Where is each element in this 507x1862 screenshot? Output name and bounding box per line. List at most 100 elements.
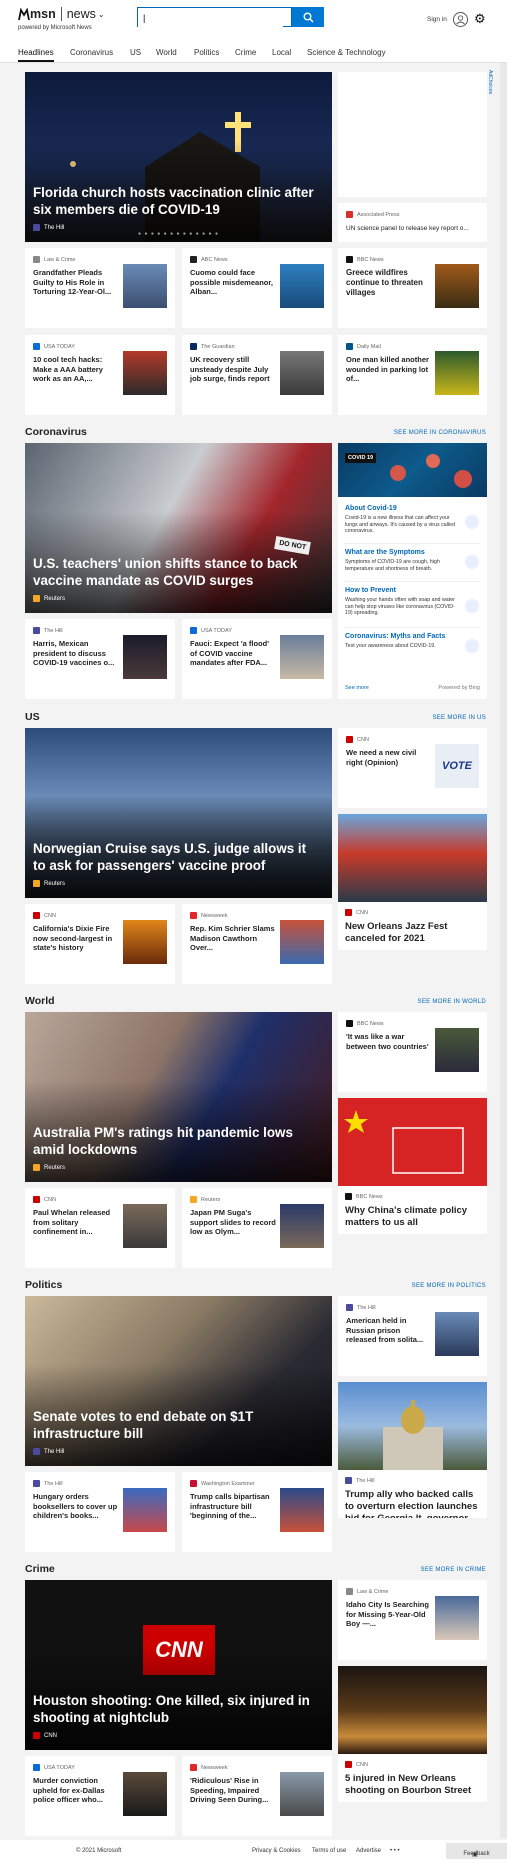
- search-box[interactable]: [137, 7, 292, 27]
- hero-title[interactable]: Florida church hosts vaccination clinic …: [33, 184, 322, 218]
- card-title[interactable]: Murder conviction upheld for ex-Dallas p…: [33, 1776, 119, 1805]
- news-card[interactable]: CNN We need a new civil right (Opinion) …: [338, 728, 487, 808]
- us-hero-card[interactable]: Norwegian Cruise says U.S. judge allows …: [25, 728, 332, 898]
- card-title[interactable]: Hungary orders booksellers to cover up c…: [33, 1492, 119, 1521]
- section-heading-crime[interactable]: Crime: [25, 1563, 55, 1575]
- news-card[interactable]: The Hill Hungary orders booksellers to c…: [25, 1472, 175, 1552]
- terms-link[interactable]: Terms of use: [312, 1848, 346, 1854]
- news-card[interactable]: The Guardian UK recovery still unsteady …: [182, 335, 332, 415]
- covid-topic-about[interactable]: About Covid-19 Covid-19 is a new illness …: [345, 505, 459, 535]
- news-card-tall[interactable]: CNN New Orleans Jazz Fest canceled for 2…: [338, 814, 487, 950]
- covid-topic-prevent[interactable]: How to Prevent Washing your hands often w…: [345, 587, 459, 617]
- section-heading-politics[interactable]: Politics: [25, 1279, 62, 1291]
- news-card[interactable]: USA TODAY Fauci: Expect 'a flood' of COV…: [182, 619, 332, 699]
- carousel-dots[interactable]: ● ● ● ● ● ● ● ● ● ● ● ● ●: [25, 231, 332, 237]
- news-card[interactable]: Law & Crime Grandfather Pleads Guilty to…: [25, 248, 175, 328]
- hero-title[interactable]: U.S. teachers' union shifts stance to ba…: [33, 555, 322, 589]
- world-hero-card[interactable]: Australia PM's ratings hit pandemic lows…: [25, 1012, 332, 1182]
- news-card[interactable]: Newsweek 'Ridiculous' Rise in Speeding, …: [182, 1756, 332, 1836]
- search-input[interactable]: [138, 9, 283, 27]
- news-card[interactable]: Law & Crime Idaho City Is Searching for …: [338, 1580, 487, 1660]
- card-title[interactable]: One man killed another wounded in parkin…: [346, 355, 432, 384]
- section-heading-world[interactable]: World: [25, 995, 55, 1007]
- crime-hero-card[interactable]: CNN Houston shooting: One killed, six in…: [25, 1580, 332, 1750]
- see-more-coronavirus[interactable]: SEE MORE IN CORONAVIRUS: [394, 430, 486, 436]
- card-title[interactable]: Greece wildfires continue to threaten vi…: [346, 268, 432, 298]
- see-more-crime[interactable]: SEE MORE IN CRIME: [421, 1567, 486, 1573]
- card-title[interactable]: We need a new civil right (Opinion): [346, 748, 432, 767]
- scrollbar[interactable]: [500, 63, 507, 1838]
- ad-choices-label[interactable]: AdChoices: [487, 70, 493, 94]
- nav-crime[interactable]: Crime: [235, 48, 256, 57]
- news-card-tall[interactable]: BBC News Why China's climate policy matt…: [338, 1098, 487, 1234]
- privacy-link[interactable]: Privacy & Cookies: [252, 1848, 301, 1854]
- nav-politics[interactable]: Politics: [194, 48, 219, 57]
- card-title[interactable]: Why China's climate policy matters to us…: [345, 1205, 480, 1229]
- hero-title[interactable]: Senate votes to end debate on $1T infras…: [33, 1408, 322, 1442]
- coronavirus-hero-card[interactable]: DO NOT U.S. teachers' union shifts stanc…: [25, 443, 332, 613]
- chevron-down-icon[interactable]: ⌄: [98, 10, 105, 19]
- card-title[interactable]: 'It was like a war between two countries…: [346, 1032, 432, 1051]
- section-heading-coronavirus[interactable]: Coronavirus: [25, 426, 87, 438]
- card-title[interactable]: UK recovery still unsteady despite July …: [190, 355, 276, 384]
- hero-title[interactable]: Houston shooting: One killed, six injure…: [33, 1692, 322, 1726]
- news-card-tall[interactable]: The Hill Trump ally who backed calls to …: [338, 1382, 487, 1518]
- card-title[interactable]: Trump calls bipartisan infrastructure bi…: [190, 1492, 276, 1521]
- msn-news-logo[interactable]: msn news ⌄: [18, 7, 105, 21]
- nav-world[interactable]: World: [156, 48, 177, 57]
- gear-icon[interactable]: ⚙: [474, 11, 486, 27]
- card-title[interactable]: Harris, Mexican president to discuss COV…: [33, 639, 119, 668]
- section-heading-us[interactable]: US: [25, 711, 40, 723]
- news-card[interactable]: BBC News 'It was like a war between two …: [338, 1012, 487, 1092]
- card-title[interactable]: Trump ally who backed calls to overturn …: [345, 1489, 480, 1518]
- hero-title[interactable]: Australia PM's ratings hit pandemic lows…: [33, 1124, 322, 1158]
- nav-headlines[interactable]: Headlines: [18, 48, 54, 57]
- search-button[interactable]: [292, 7, 324, 27]
- card-title[interactable]: 10 cool tech hacks: Make a AAA battery w…: [33, 355, 119, 384]
- covid-topic-symptoms[interactable]: What are the Symptoms Symptoms of COVID-1…: [345, 549, 459, 572]
- see-more-politics[interactable]: SEE MORE IN POLITICS: [412, 1283, 486, 1289]
- see-more-us[interactable]: SEE MORE IN US: [432, 715, 486, 721]
- news-card-ap[interactable]: Associated Press UN science panel to rel…: [338, 203, 487, 242]
- feedback-button[interactable]: ▣ Feedback: [446, 1843, 507, 1859]
- hero-title[interactable]: Norwegian Cruise says U.S. judge allows …: [33, 840, 322, 874]
- news-card[interactable]: CNN California's Dixie Fire now second-l…: [25, 904, 175, 984]
- news-card-tall[interactable]: CNN 5 injured in New Orleans shooting on…: [338, 1666, 487, 1802]
- card-title[interactable]: Rep. Kim Schrier Slams Madison Cawthorn …: [190, 924, 276, 953]
- see-more-world[interactable]: SEE MORE IN WORLD: [418, 999, 486, 1005]
- news-card[interactable]: Washington Examiner Trump calls bipartis…: [182, 1472, 332, 1552]
- card-title[interactable]: Japan PM Suga's support slides to record…: [190, 1208, 276, 1237]
- nav-science-technology[interactable]: Science & Technology: [307, 48, 386, 57]
- news-card[interactable]: The Hill American held in Russian prison…: [338, 1296, 487, 1376]
- news-card[interactable]: Newsweek Rep. Kim Schrier Slams Madison …: [182, 904, 332, 984]
- card-title[interactable]: UN science panel to release key report o…: [346, 224, 481, 234]
- card-title[interactable]: Cuomo could face possible misdemeanor, A…: [190, 268, 276, 297]
- covid-topic-myths[interactable]: Coronavirus: Myths and Facts Test your aw…: [345, 633, 459, 650]
- covid-see-more[interactable]: See more: [345, 685, 369, 691]
- card-title[interactable]: 5 injured in New Orleans shooting on Bou…: [345, 1773, 480, 1797]
- nav-coronavirus[interactable]: Coronavirus: [70, 48, 113, 57]
- news-card[interactable]: CNN Paul Whelan released from solitary c…: [25, 1188, 175, 1268]
- card-title[interactable]: Grandfather Pleads Guilty to His Role in…: [33, 268, 119, 297]
- card-title[interactable]: Fauci: Expect 'a flood' of COVID vaccine…: [190, 639, 276, 668]
- card-title[interactable]: 'Ridiculous' Rise in Speeding, Impaired …: [190, 1776, 276, 1805]
- headline-hero-card[interactable]: Florida church hosts vaccination clinic …: [25, 72, 332, 242]
- news-card[interactable]: Reuters Japan PM Suga's support slides t…: [182, 1188, 332, 1268]
- nav-local[interactable]: Local: [272, 48, 291, 57]
- nav-us[interactable]: US: [130, 48, 141, 57]
- politics-hero-card[interactable]: Senate votes to end debate on $1T infras…: [25, 1296, 332, 1466]
- avatar-icon[interactable]: [453, 12, 468, 27]
- more-icon[interactable]: • • •: [390, 1848, 400, 1854]
- news-card[interactable]: The Hill Harris, Mexican president to di…: [25, 619, 175, 699]
- news-card[interactable]: USA TODAY 10 cool tech hacks: Make a AAA…: [25, 335, 175, 415]
- news-card[interactable]: ABC News Cuomo could face possible misde…: [182, 248, 332, 328]
- news-card[interactable]: USA TODAY Murder conviction upheld for e…: [25, 1756, 175, 1836]
- card-title[interactable]: New Orleans Jazz Fest canceled for 2021: [345, 921, 480, 945]
- sign-in-link[interactable]: Sign in: [427, 16, 447, 23]
- news-card[interactable]: Daily Mail One man killed another wounde…: [338, 335, 487, 415]
- card-title[interactable]: Idaho City Is Searching for Missing 5-Ye…: [346, 1600, 432, 1629]
- advertise-link[interactable]: Advertise: [356, 1848, 381, 1854]
- card-title[interactable]: California's Dixie Fire now second-large…: [33, 924, 119, 953]
- card-title[interactable]: Paul Whelan released from solitary confi…: [33, 1208, 119, 1237]
- card-title[interactable]: American held in Russian prison released…: [346, 1316, 432, 1345]
